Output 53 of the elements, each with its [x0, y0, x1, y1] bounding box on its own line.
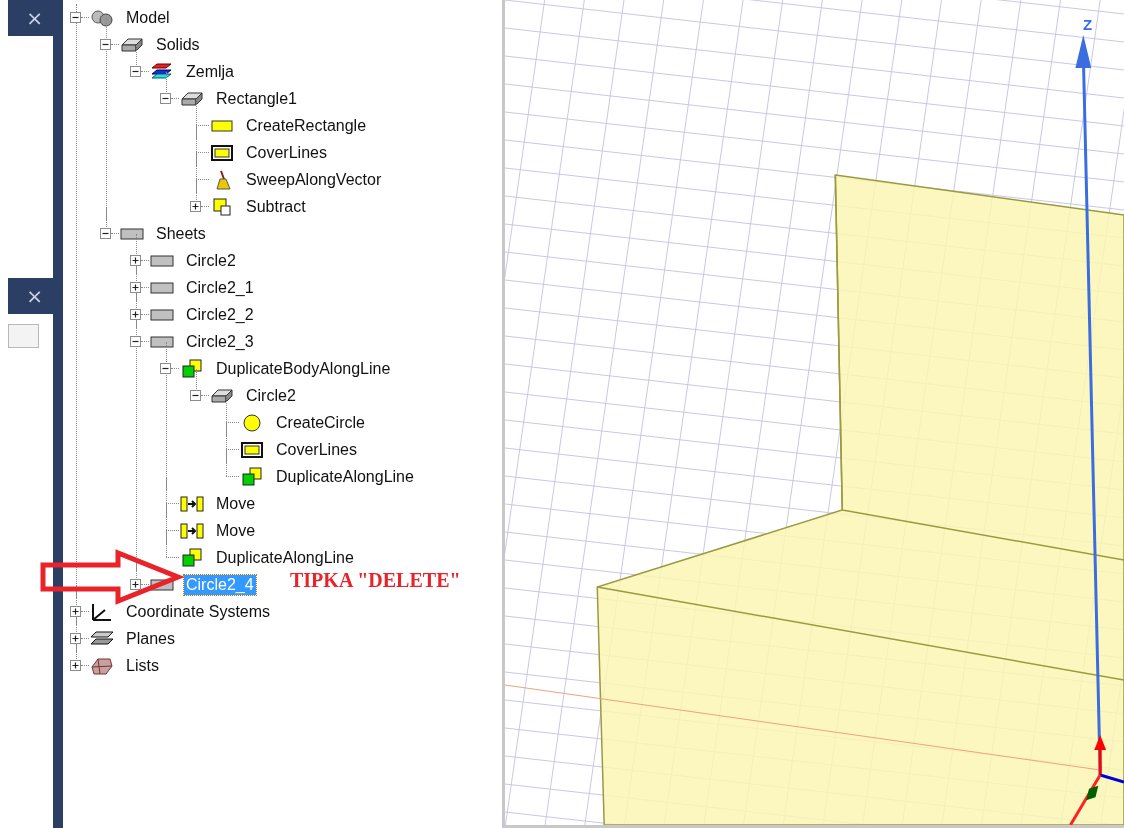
tree-item[interactable]: Model [124, 7, 172, 28]
annotation-text: TIPKA "DELETE" [290, 569, 461, 592]
collapse-icon[interactable] [100, 228, 111, 239]
tree-item[interactable]: CoverLines [274, 439, 359, 460]
expand-icon[interactable] [130, 255, 141, 266]
tree-item[interactable]: Subtract [244, 196, 308, 217]
tree-item[interactable]: Sheets [154, 223, 208, 244]
tree-item[interactable]: Circle2_2 [184, 304, 256, 325]
tree-item[interactable]: CreateRectangle [244, 115, 369, 136]
tree-item[interactable]: DuplicateBodyAlongLine [214, 358, 393, 379]
collapse-icon[interactable] [70, 12, 81, 23]
collapse-icon[interactable] [160, 93, 171, 104]
tree-item[interactable]: Circle2_1 [184, 277, 256, 298]
move-arrow-icon [179, 493, 205, 514]
gears-icon [89, 7, 115, 28]
tree-item[interactable]: Solids [154, 34, 202, 55]
close-button[interactable]: × [22, 284, 47, 308]
overlapping-squares-icon [239, 466, 265, 487]
tree-item[interactable]: Move [214, 520, 258, 541]
overlapping-squares-icon [179, 547, 205, 568]
tree-item[interactable]: Zemlja [184, 61, 236, 82]
expand-icon[interactable] [130, 282, 141, 293]
collapse-icon[interactable] [130, 66, 141, 77]
tree-item[interactable]: Circle2 [184, 250, 238, 271]
framed-rectangle-icon [209, 142, 235, 163]
close-button[interactable]: × [22, 6, 47, 30]
tree-item[interactable]: Rectangle1 [214, 88, 299, 109]
collapse-icon[interactable] [130, 336, 141, 347]
tree-item[interactable]: CreateCircle [274, 412, 367, 433]
tree-item[interactable]: Circle2 [244, 385, 298, 406]
mesh-icon [89, 655, 115, 676]
tree-item[interactable]: CoverLines [244, 142, 329, 163]
expand-icon[interactable] [70, 633, 81, 644]
expand-icon[interactable] [190, 201, 201, 212]
expand-icon[interactable] [130, 579, 141, 590]
tree-item[interactable]: Coordinate Systems [124, 601, 273, 622]
expand-icon[interactable] [70, 660, 81, 671]
framed-rectangle-icon [239, 439, 265, 460]
tree-item[interactable]: Planes [124, 628, 177, 649]
tree-item[interactable]: SweepAlongVector [244, 169, 384, 190]
collapse-icon[interactable] [190, 390, 201, 401]
overlapping-squares-icon [179, 358, 205, 379]
expand-icon[interactable] [70, 606, 81, 617]
tree-item[interactable]: DuplicateAlongLine [274, 466, 416, 487]
expand-icon[interactable] [130, 309, 141, 320]
tree-item[interactable]: Lists [124, 655, 161, 676]
collapse-icon[interactable] [100, 39, 111, 50]
collapse-icon[interactable] [160, 363, 171, 374]
tree-item[interactable]: DuplicateAlongLine [214, 547, 356, 568]
tree-item[interactable]: Move [214, 493, 258, 514]
axis-label: Z [1083, 16, 1093, 33]
move-arrow-icon [179, 520, 205, 541]
tree-item[interactable]: Circle2_3 [184, 331, 256, 352]
